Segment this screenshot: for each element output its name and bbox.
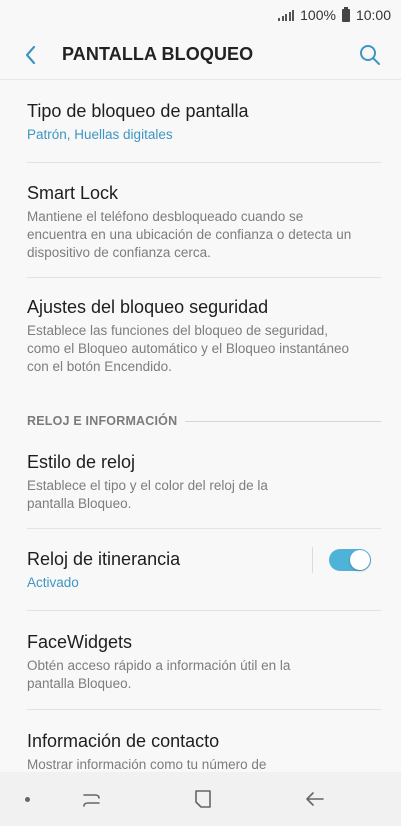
section-divider bbox=[185, 420, 381, 422]
list-item-roaming-clock[interactable]: Reloj de itinerancia Activado bbox=[0, 529, 401, 611]
item-title: Ajustes del bloqueo seguridad bbox=[27, 297, 269, 317]
page-title: PANTALLA BLOQUEO bbox=[62, 44, 254, 64]
list-item-secure-lock-settings[interactable]: Ajustes del bloqueo seguridad Establece … bbox=[0, 278, 401, 396]
roaming-clock-toggle[interactable] bbox=[329, 549, 371, 571]
nav-dot-indicator bbox=[25, 797, 30, 802]
section-header: RELOJ E INFORMACIÓN bbox=[0, 396, 401, 434]
settings-list: Tipo de bloqueo de pantalla Patrón, Huel… bbox=[0, 81, 401, 790]
screen: 100% 10:00 PANTALLA BLOQUEO Tipo de bloq… bbox=[0, 0, 401, 826]
toggle-separator bbox=[312, 547, 313, 573]
section-label: RELOJ E INFORMACIÓN bbox=[27, 414, 178, 428]
search-icon bbox=[360, 45, 380, 65]
nav-back-button[interactable] bbox=[303, 787, 327, 811]
item-subtitle-line: Obtén acceso rápido a información útil e… bbox=[27, 658, 291, 673]
back-arrow-icon bbox=[306, 792, 324, 806]
item-title: Tipo de bloqueo de pantalla bbox=[27, 101, 249, 121]
item-subtitle-line: Establece las funciones del bloqueo de s… bbox=[27, 323, 328, 338]
back-button[interactable] bbox=[6, 30, 56, 80]
item-title: Smart Lock bbox=[27, 183, 119, 203]
clock: 10:00 bbox=[355, 7, 391, 23]
item-subtitle: Patrón, Huellas digitales bbox=[27, 127, 173, 142]
item-title: Información de contacto bbox=[27, 731, 220, 751]
home-button[interactable] bbox=[191, 787, 215, 811]
status-bar: 100% 10:00 bbox=[0, 0, 401, 30]
list-item-smart-lock[interactable]: Smart Lock Mantiene el teléfono desbloqu… bbox=[0, 163, 401, 278]
item-subtitle-line: pantalla Bloqueo. bbox=[27, 676, 132, 691]
item-subtitle-line: Establece el tipo y el color del reloj d… bbox=[27, 478, 268, 493]
item-title: Estilo de reloj bbox=[27, 452, 136, 472]
recents-button[interactable] bbox=[80, 787, 104, 811]
chevron-left-icon bbox=[25, 45, 36, 64]
home-icon bbox=[195, 790, 211, 808]
item-subtitle-line: con el botón Encendido. bbox=[27, 359, 172, 374]
item-title: FaceWidgets bbox=[27, 632, 133, 652]
recents-icon bbox=[83, 794, 100, 807]
search-button[interactable] bbox=[355, 40, 385, 70]
battery-percent: 100% bbox=[300, 7, 336, 23]
list-item-facewidgets[interactable]: FaceWidgets Obtén acceso rápido a inform… bbox=[0, 611, 401, 710]
item-subtitle-line: pantalla Bloqueo. bbox=[27, 496, 132, 511]
battery-icon bbox=[341, 6, 350, 22]
item-subtitle-line: como el Bloqueo automático y el Bloqueo … bbox=[27, 341, 349, 356]
navigation-bar bbox=[0, 772, 401, 826]
signal-icon bbox=[278, 9, 295, 21]
item-subtitle-line: encuentra en una ubicación de confianza … bbox=[27, 227, 352, 242]
item-subtitle: Activado bbox=[27, 575, 79, 590]
item-subtitle-line: Mantiene el teléfono desbloqueado cuando… bbox=[27, 209, 304, 224]
toggle-knob bbox=[350, 550, 370, 570]
item-title: Reloj de itinerancia bbox=[27, 549, 181, 569]
app-header: PANTALLA BLOQUEO bbox=[0, 30, 401, 80]
list-item-clock-style[interactable]: Estilo de reloj Establece el tipo y el c… bbox=[0, 434, 401, 529]
item-subtitle-line: dispositivo de confianza cerca. bbox=[27, 245, 211, 260]
list-item-screen-lock-type[interactable]: Tipo de bloqueo de pantalla Patrón, Huel… bbox=[0, 81, 401, 163]
